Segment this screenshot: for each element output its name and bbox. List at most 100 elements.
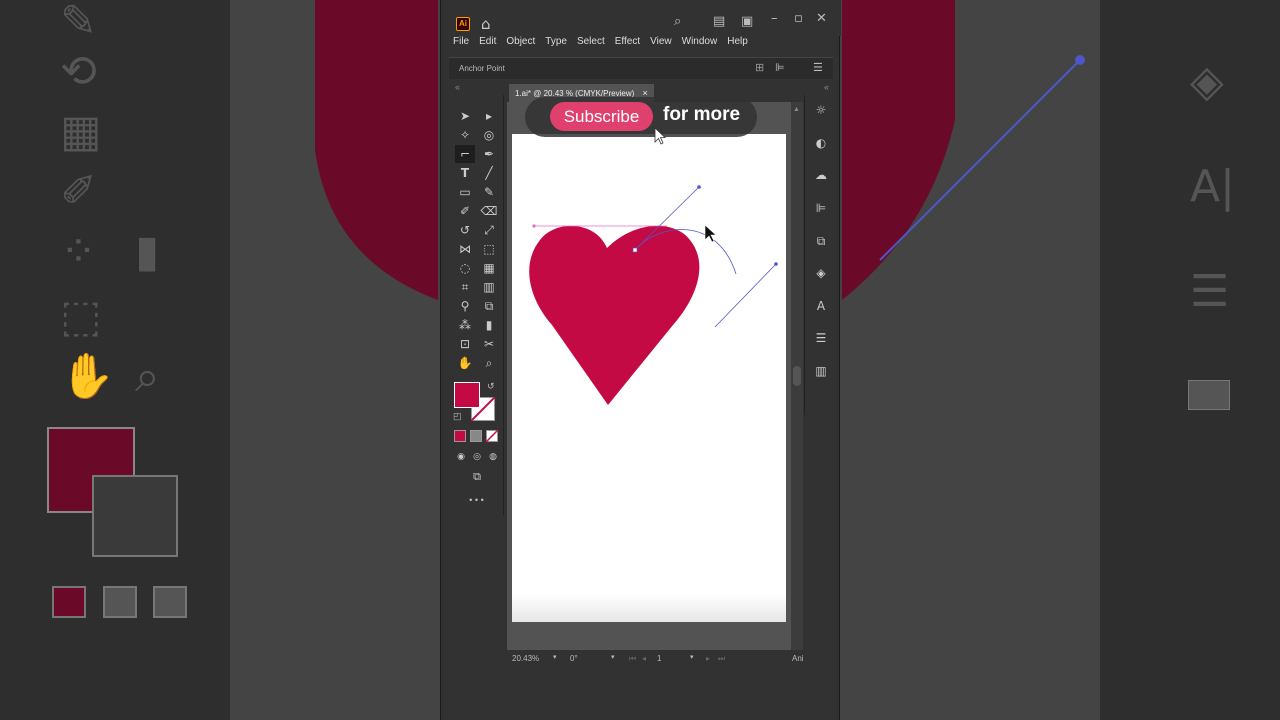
- artboard-dropdown-icon[interactable]: ▾: [690, 653, 694, 661]
- minimize-icon[interactable]: –: [771, 11, 778, 26]
- character-icon[interactable]: A: [813, 298, 829, 314]
- tools-panel: ➤ ▸ ✧ ◎ ⌐ ✒ T ╱ ▭ ✎ ✐ ⌫ ↺ ⤢ ⋈ ⬚ ◌ ▦ ⌗ ▥ …: [449, 95, 504, 515]
- fill-swatch[interactable]: [454, 382, 480, 408]
- graph-tool-icon[interactable]: ▮: [479, 316, 499, 334]
- menu-object[interactable]: Object: [506, 36, 535, 52]
- blend-tool-icon[interactable]: ⧉: [479, 297, 499, 315]
- vertical-scrollbar[interactable]: ▲ ▼: [791, 102, 803, 664]
- gradient-panel-icon[interactable]: ▥: [813, 363, 829, 379]
- anchor-path-overlay: [532, 185, 778, 328]
- home-icon[interactable]: ⌂: [481, 15, 491, 33]
- bg-small-swatch: [153, 586, 187, 618]
- control-bar-label: Anchor Point: [459, 64, 505, 73]
- color-icon[interactable]: ◐: [813, 135, 829, 151]
- eraser-tool-icon[interactable]: ⌫: [479, 202, 499, 220]
- next-artboard-icon[interactable]: ▸: [706, 654, 710, 663]
- menu-window[interactable]: Window: [682, 36, 718, 52]
- illustrator-window: Ai ⌂ ⌕ ▤ ▣ – ▫ ✕ File Edit Object Type S…: [440, 0, 841, 720]
- bg-layers-icon: ◈: [1190, 56, 1224, 107]
- mouse-cursor-icon: [654, 127, 667, 145]
- pen-tool-icon[interactable]: ✒: [479, 145, 499, 163]
- gradient-mode-icon[interactable]: [470, 430, 482, 442]
- title-bar: Ai ⌂ ⌕ ▤ ▣ – ▫ ✕: [441, 0, 841, 36]
- more-tools-icon[interactable]: •••: [467, 492, 487, 510]
- screen-mode-icon[interactable]: ⧉: [467, 468, 487, 486]
- prev-artboard-icon[interactable]: ◂: [642, 654, 646, 663]
- rectangle-tool-icon[interactable]: ▭: [455, 183, 475, 201]
- bg-tool-icon: ⌕: [135, 351, 160, 402]
- artboard-tool-icon[interactable]: ⊡: [455, 335, 475, 353]
- shaper-tool-icon[interactable]: ✐: [455, 202, 475, 220]
- default-fill-stroke-icon[interactable]: ◰: [453, 411, 462, 422]
- magic-wand-icon[interactable]: ✧: [455, 126, 475, 144]
- libraries-icon[interactable]: ☁: [813, 167, 829, 183]
- close-icon[interactable]: ✕: [816, 11, 827, 26]
- workspace-icon[interactable]: ▣: [741, 14, 753, 29]
- menu-edit[interactable]: Edit: [479, 36, 496, 52]
- hand-tool-icon[interactable]: ✋: [455, 354, 475, 372]
- collapse-left-icon[interactable]: «: [455, 82, 460, 92]
- anchor-point-tool-icon[interactable]: ⌐: [455, 145, 475, 163]
- bg-tool-icon: ▦: [60, 106, 102, 157]
- bg-small-swatch: [103, 586, 137, 618]
- zoom-tool-icon[interactable]: ⌕: [479, 354, 499, 372]
- menu-view[interactable]: View: [650, 36, 672, 52]
- mesh-tool-icon[interactable]: ⌗: [455, 278, 475, 296]
- bg-gradient-icon: [1188, 380, 1230, 410]
- zoom-dropdown-icon[interactable]: ▾: [553, 653, 557, 661]
- symbol-sprayer-icon[interactable]: ⁂: [455, 316, 475, 334]
- menu-type[interactable]: Type: [545, 36, 567, 52]
- last-artboard-icon[interactable]: ⏭: [718, 654, 725, 664]
- width-tool-icon[interactable]: ⋈: [455, 240, 475, 258]
- paintbrush-tool-icon[interactable]: ✎: [479, 183, 499, 201]
- stroke-panel-icon[interactable]: ☰: [813, 330, 829, 346]
- maximize-icon[interactable]: ▫: [794, 11, 803, 26]
- appearance-icon[interactable]: ☼: [813, 102, 829, 118]
- status-text: Ani: [792, 654, 804, 663]
- selection-tool-icon[interactable]: ➤: [455, 107, 475, 125]
- direct-selection-tool-icon[interactable]: ▸: [479, 107, 499, 125]
- scale-tool-icon[interactable]: ⤢: [479, 221, 499, 239]
- panel-menu-icon[interactable]: ☰: [813, 61, 823, 74]
- align-icon[interactable]: ⊫: [775, 61, 785, 74]
- align-panel-icon[interactable]: ⊫: [813, 200, 829, 216]
- rotate-view[interactable]: 0°: [570, 654, 578, 663]
- app-logo: Ai: [456, 17, 470, 31]
- artboard-number[interactable]: 1: [657, 654, 661, 663]
- free-transform-icon[interactable]: ⬚: [479, 240, 499, 258]
- perspective-grid-icon[interactable]: ▦: [479, 259, 499, 277]
- bg-type-icon: A|: [1190, 161, 1235, 212]
- menu-select[interactable]: Select: [577, 36, 605, 52]
- rotate-tool-icon[interactable]: ↺: [455, 221, 475, 239]
- control-bar: Anchor Point ⊞ ⊫ ☰: [449, 57, 833, 79]
- rotate-dropdown-icon[interactable]: ▾: [611, 653, 615, 661]
- color-mode-icon[interactable]: [454, 430, 466, 442]
- scroll-up-icon[interactable]: ▲: [793, 106, 800, 113]
- swap-fill-stroke-icon[interactable]: ↺: [487, 381, 495, 392]
- gradient-tool-icon[interactable]: ▥: [479, 278, 499, 296]
- type-tool-icon[interactable]: T: [455, 164, 475, 182]
- bg-tool-icon: ⟲: [60, 46, 97, 97]
- draw-inside-icon[interactable]: ◍: [483, 448, 503, 466]
- zoom-level[interactable]: 20.43%: [512, 654, 539, 663]
- menu-help[interactable]: Help: [727, 36, 748, 52]
- menu-file[interactable]: File: [453, 36, 469, 52]
- shape-builder-icon[interactable]: ◌: [455, 259, 475, 277]
- eyedropper-tool-icon[interactable]: ⚲: [455, 297, 475, 315]
- slice-tool-icon[interactable]: ✂: [479, 335, 499, 353]
- first-artboard-icon[interactable]: ⏮: [629, 654, 636, 664]
- pathfinder-icon[interactable]: ⧉: [813, 233, 829, 249]
- search-icon[interactable]: ⌕: [674, 14, 681, 29]
- bg-tool-icon: ▮: [135, 226, 160, 277]
- scrollbar-thumb[interactable]: [793, 366, 801, 386]
- grid-icon[interactable]: ⊞: [755, 61, 764, 74]
- subscribe-button[interactable]: Subscribe: [550, 102, 653, 131]
- lasso-tool-icon[interactable]: ◎: [479, 126, 499, 144]
- menu-bar: File Edit Object Type Select Effect View…: [441, 36, 841, 52]
- menu-effect[interactable]: Effect: [615, 36, 640, 52]
- bg-tool-icon: ⁘: [60, 226, 97, 277]
- arrange-docs-icon[interactable]: ▤: [713, 14, 725, 29]
- collapse-right-icon[interactable]: «: [824, 82, 829, 92]
- layers-icon[interactable]: ◈: [813, 265, 829, 281]
- line-tool-icon[interactable]: ╱: [479, 164, 499, 182]
